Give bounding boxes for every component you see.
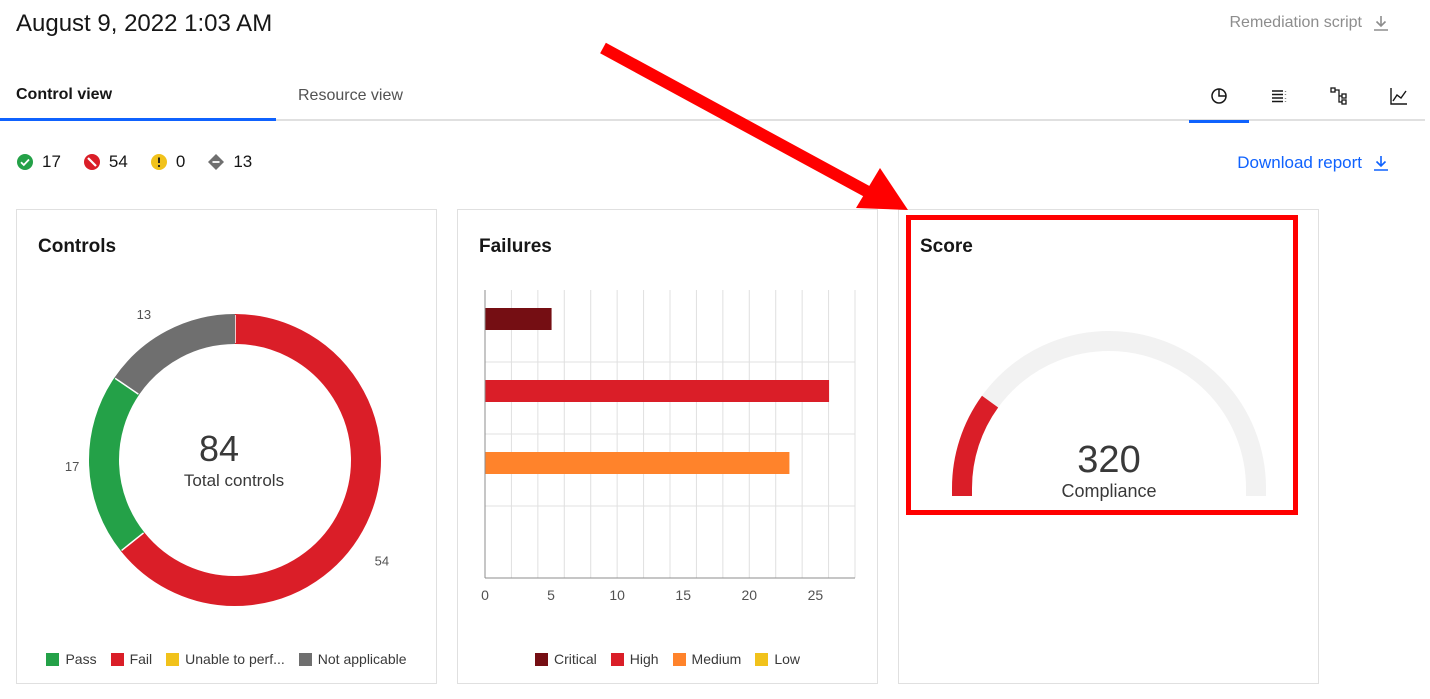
legend-critical-label: Critical [553, 651, 597, 667]
list-icon [1272, 89, 1287, 102]
legend-swatch [110, 652, 124, 666]
fail-count-value: 54 [108, 152, 128, 171]
tree-view-button[interactable] [1309, 72, 1369, 119]
not-applicable-count-value: 13 [233, 152, 253, 171]
legend-swatch [610, 652, 624, 666]
diamond-icon [208, 154, 225, 170]
line-chart-icon [1390, 87, 1407, 105]
download-icon [1374, 16, 1388, 31]
remediation-script-button[interactable]: Remediation script [1230, 14, 1391, 32]
legend-high-label: High [629, 651, 659, 667]
legend-swatch [755, 652, 769, 666]
legend-swatch [298, 652, 312, 666]
legend-swatch [166, 652, 180, 666]
pie-chart-icon [1211, 88, 1227, 104]
warning-circle-icon [150, 154, 167, 170]
download-report-label: Download report [1237, 153, 1362, 172]
failures-bar-chart: 0 5 10 15 20 25 [481, 290, 856, 603]
donut-center-value: 84 [199, 428, 239, 469]
donut-slice-label: 17 [65, 459, 79, 474]
pie-chart-view-button[interactable] [1189, 72, 1249, 123]
bar-medium[interactable] [485, 452, 790, 474]
donut-slice-label: 54 [375, 554, 389, 569]
x-tick-label: 10 [609, 587, 625, 603]
legend-medium-label: Medium [691, 651, 742, 667]
blocked-circle-icon [83, 154, 100, 170]
status-not-applicable-count: 13 [207, 152, 252, 172]
legend-low[interactable]: Low [755, 651, 800, 667]
failures-card: Failures 0 5 10 15 20 25 Critical High Medium… [457, 209, 878, 684]
pass-count-value: 17 [42, 152, 61, 171]
remediation-script-label: Remediation script [1229, 14, 1363, 31]
bar-high[interactable] [485, 380, 830, 402]
download-report-button[interactable]: Download report [1237, 153, 1390, 173]
score-highlight-box [906, 215, 1298, 515]
legend-not-applicable[interactable]: Not applicable [298, 651, 407, 667]
controls-card: Controls 54 17 13 84 Total controls Pass F… [16, 209, 437, 684]
x-tick-label: 15 [675, 587, 691, 603]
unable-count-value: 0 [175, 152, 186, 171]
donut-center-label: Total controls [184, 471, 284, 490]
legend-pass[interactable]: Pass [46, 651, 97, 667]
x-tick-label: 0 [481, 587, 489, 603]
legend-high[interactable]: High [610, 651, 659, 667]
view-tabs: Control view Resource view [0, 72, 1425, 123]
donut-slice-pass[interactable] [89, 377, 145, 552]
legend-fail-label: Fail [129, 651, 153, 667]
list-view-button[interactable] [1249, 72, 1309, 119]
failures-card-title: Failures [479, 236, 552, 257]
legend-fail[interactable]: Fail [110, 651, 153, 667]
trend-view-button[interactable] [1369, 72, 1429, 119]
legend-critical[interactable]: Critical [534, 651, 597, 667]
x-tick-label: 25 [808, 587, 824, 603]
donut-slice-label: 13 [137, 307, 151, 322]
legend-medium[interactable]: Medium [672, 651, 742, 667]
download-icon [1374, 156, 1388, 171]
bar-critical[interactable] [485, 308, 552, 330]
legend-unable-label: Unable to perf... [185, 651, 285, 667]
donut-slice-not-applicable[interactable] [114, 314, 236, 395]
legend-swatch [46, 652, 60, 666]
controls-donut-chart: 54 17 13 84 Total controls [65, 307, 389, 606]
legend-pass-label: Pass [65, 651, 97, 667]
legend-swatch [672, 652, 686, 666]
legend-not-applicable-label: Not applicable [317, 651, 407, 667]
controls-legend: Pass Fail Unable to perf... Not applicab… [17, 651, 436, 667]
status-summary: 17 54 0 13 [16, 152, 252, 172]
failures-legend: Critical High Medium Low [458, 651, 877, 667]
status-fail-count: 54 [83, 152, 128, 172]
status-unable-count: 0 [150, 152, 185, 172]
status-pass-count: 17 [16, 152, 61, 172]
legend-swatch [534, 652, 548, 666]
tab-resource-view[interactable]: Resource view [298, 72, 403, 119]
report-timestamp: August 9, 2022 1:03 AM [16, 10, 273, 37]
check-circle-icon [17, 154, 33, 170]
tab-control-view[interactable]: Control view [0, 72, 276, 121]
controls-card-title: Controls [38, 236, 117, 257]
legend-unable[interactable]: Unable to perf... [166, 651, 285, 667]
donut-slice-fail[interactable] [120, 314, 381, 606]
legend-low-label: Low [774, 651, 801, 667]
x-tick-label: 5 [547, 587, 555, 603]
tree-icon [1330, 86, 1347, 105]
x-tick-label: 20 [741, 587, 757, 603]
